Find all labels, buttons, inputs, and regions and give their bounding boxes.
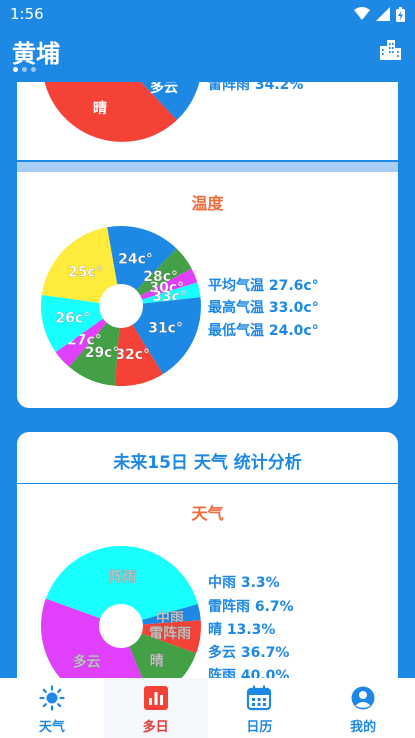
page-dot — [31, 67, 36, 72]
profile-icon — [351, 686, 375, 710]
pie-label: 32c° — [115, 347, 150, 363]
temperature-card: 温度 24c° 28c° 30c° 33c° 31c° 32c° 29c° 27c° 26c° 2… — [17, 172, 398, 408]
legend-thunderstorm: 雷阵雨 34.2% — [208, 82, 304, 93]
wifi-icon — [354, 7, 370, 20]
app-header: 黄埔 — [0, 30, 415, 80]
page-indicator — [13, 67, 36, 72]
city-buildings-icon[interactable] — [377, 36, 403, 62]
status-bar: 1:56 — [0, 0, 415, 28]
nav-weather[interactable]: 天气 — [0, 678, 104, 738]
legend-item: 中雨 3.3% — [208, 575, 280, 591]
pie-label-sunny: 晴 — [93, 101, 107, 117]
weather-pie-chart: 阵雨中雨雷阵雨晴多云 — [41, 546, 201, 692]
pie-label: 25c° — [68, 265, 103, 281]
pie-label: 多云 — [73, 654, 101, 671]
battery-icon — [396, 6, 405, 22]
legend-item: 晴 13.3% — [208, 622, 276, 638]
pie-center-hole — [99, 604, 143, 648]
temp-average: 平均气温 27.6c° — [208, 278, 319, 294]
signal-icon — [376, 7, 390, 21]
nav-profile[interactable]: 我的 — [311, 678, 415, 738]
pie-label: 阵雨 — [109, 568, 137, 585]
status-icons — [354, 6, 405, 22]
temp-max: 最高气温 33.0c° — [208, 300, 319, 316]
forecast-card: 未来15日 天气 统计分析 天气 阵雨 中雨 雷阵雨晴多云 中雨 3.3% 雷阵雨 … — [17, 432, 398, 692]
legend-item: 多云 36.7% — [208, 645, 290, 661]
sun-icon — [39, 685, 65, 711]
page-dot — [13, 67, 18, 72]
nav-label: 我的 — [350, 720, 377, 735]
forecast-section-title: 天气 — [191, 504, 224, 523]
pie-center-hole — [99, 284, 143, 328]
city-name: 黄埔 — [12, 40, 60, 68]
nav-label: 日历 — [246, 720, 273, 735]
legend-item: 雷阵雨 6.7% — [208, 599, 294, 615]
pie-label-cloudy: 多云 — [150, 82, 178, 96]
nav-multiday[interactable]: 多日 — [103, 678, 208, 738]
pie-label: 31c° — [148, 321, 183, 337]
pie-label: 24c° — [118, 252, 153, 268]
nav-calendar[interactable]: 日历 — [208, 678, 312, 738]
nav-label: 多日 — [142, 720, 169, 735]
forecast-divider — [17, 483, 398, 484]
temperature-pie-chart: 24c°28c°30c°33c°31c°32c°29c°27c°26c°25c° — [41, 226, 201, 386]
weather-summary-card: 多云 晴 雷阵雨 34.2% — [17, 82, 398, 160]
status-time: 1:56 — [10, 5, 44, 23]
page-dot — [22, 67, 27, 72]
forecast-heading: 未来15日 天气 统计分析 — [113, 453, 302, 473]
nav-label: 天气 — [38, 720, 65, 735]
temperature-title: 温度 — [191, 194, 224, 213]
separator-bar — [17, 162, 398, 172]
pie-label: 晴 — [150, 652, 164, 669]
pie-label: 26c° — [55, 311, 90, 327]
bottom-navigation: 天气 多日 日历 我的 — [0, 678, 415, 738]
calendar-icon — [247, 685, 272, 711]
temp-min: 最低气温 24.0c° — [208, 323, 319, 339]
bar-chart-icon — [143, 686, 168, 710]
